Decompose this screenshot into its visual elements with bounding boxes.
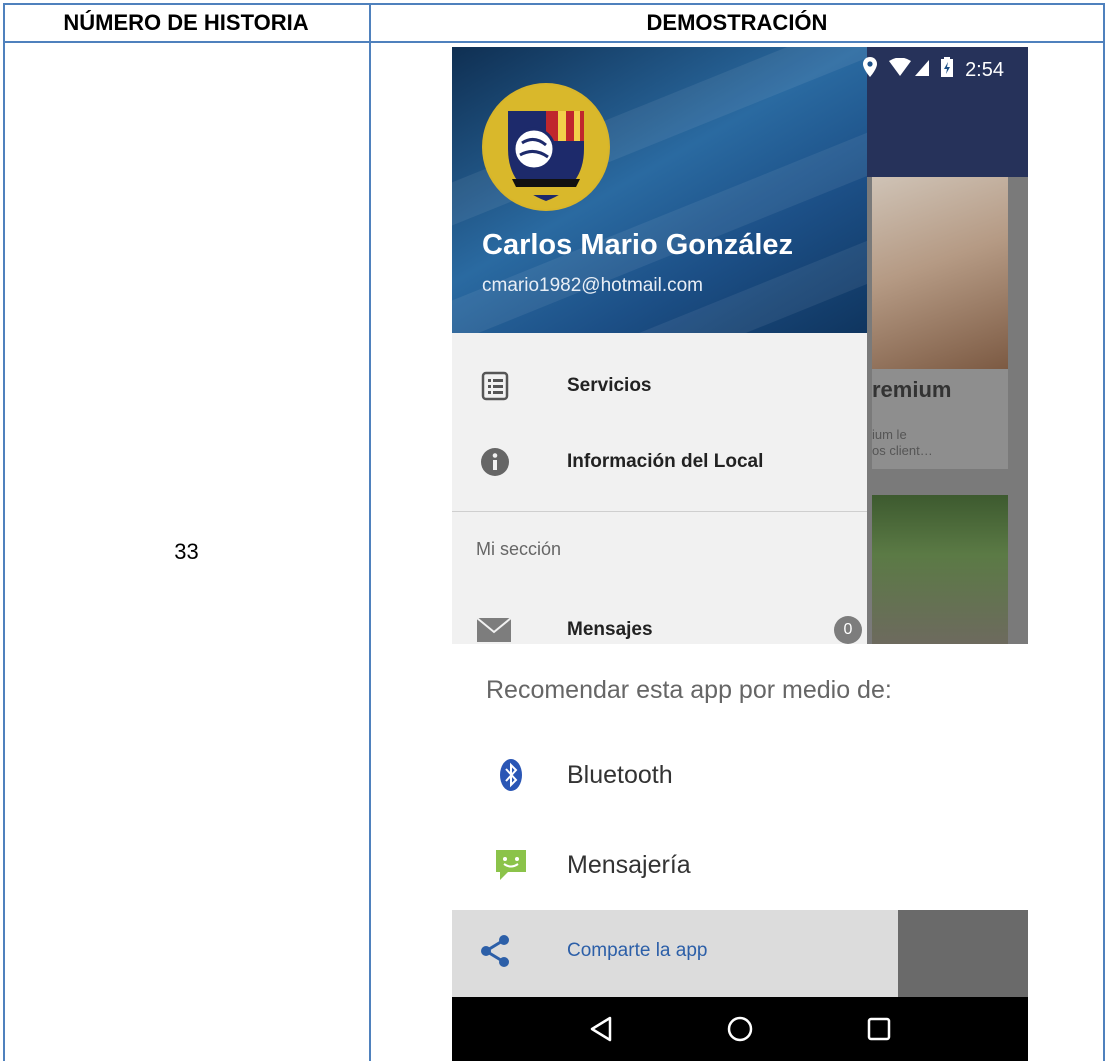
location-icon (863, 57, 878, 83)
user-name: Carlos Mario González (482, 229, 794, 261)
phone-screenshot: remium ium le os client… Carlos Mario Go… (452, 47, 1028, 1061)
drawer-footer[interactable]: Comparte la app (452, 910, 898, 997)
back-icon[interactable] (581, 1009, 621, 1049)
section-title: Mi sección (476, 539, 562, 559)
navigation-drawer: Carlos Mario González cmario1982@hotmail… (452, 47, 867, 644)
share-app-link: Comparte la app (567, 940, 708, 961)
share-option-label: Bluetooth (567, 760, 673, 789)
drawer-item-label: Información del Local (567, 451, 764, 472)
share-option-label: Mensajería (567, 850, 691, 879)
header-story-number: NÚMERO DE HISTORIA (63, 10, 309, 35)
share-icon (480, 934, 510, 973)
drawer-item-servicios[interactable]: Servicios (452, 357, 867, 415)
system-nav-bar (452, 997, 1028, 1061)
drawer-item-informacion[interactable]: Información del Local (452, 433, 867, 491)
avatar[interactable] (482, 83, 610, 211)
user-email: cmario1982@hotmail.com (482, 275, 703, 296)
scrim (898, 910, 1028, 997)
info-icon (480, 447, 510, 477)
mail-icon (476, 615, 512, 645)
share-option-mensajeria[interactable]: Mensajería (452, 830, 1028, 900)
signal-icon (915, 59, 930, 82)
table-border-right (1103, 3, 1105, 1061)
header-demonstration: DEMOSTRACIÓN (646, 10, 828, 35)
share-sheet: Recomendar esta app por medio de: Blueto… (452, 644, 1028, 910)
club-crest-icon (484, 85, 608, 209)
drawer-item-label: Mensajes (567, 619, 653, 640)
drawer-item-label: Servicios (567, 375, 652, 396)
status-time: 2:54 (965, 58, 1004, 81)
battery-icon (941, 57, 954, 83)
messaging-icon (494, 848, 528, 882)
background-card-title: remium (872, 377, 952, 402)
share-option-bluetooth[interactable]: Bluetooth (452, 740, 1028, 810)
recents-icon[interactable] (859, 1009, 899, 1049)
message-count-badge: 0 (834, 616, 862, 644)
background-card-text: ium le os client… (872, 427, 933, 458)
share-sheet-title: Recomendar esta app por medio de: (486, 676, 892, 704)
wifi-icon (889, 57, 912, 82)
background-card-image (872, 177, 1008, 369)
drawer-divider (452, 511, 867, 512)
bluetooth-icon (494, 758, 528, 792)
story-number: 33 (174, 539, 199, 564)
home-icon[interactable] (720, 1009, 760, 1049)
list-icon (480, 371, 510, 401)
status-bar: 2:54 (452, 47, 1028, 93)
background-card-image-2 (872, 495, 1008, 644)
